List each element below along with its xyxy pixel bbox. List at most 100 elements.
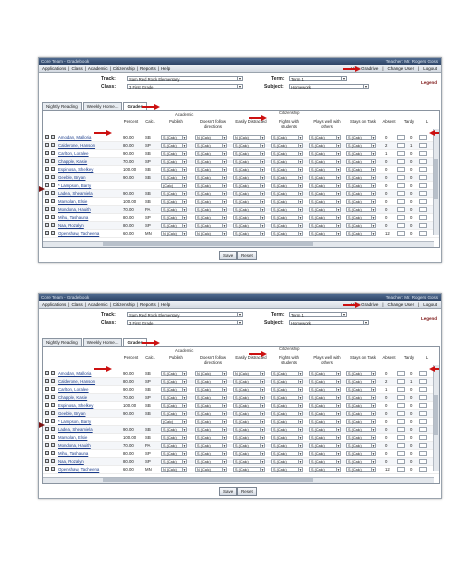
comment-icon[interactable] [51,143,55,147]
mark-select[interactable]: S (Calc) ▼ [233,411,265,416]
mark-select[interactable]: S (Calc) ▼ [346,443,376,448]
student-name[interactable]: Marsolan, Elsie [58,435,87,440]
student-info-icon[interactable] [45,427,49,431]
absent-input[interactable] [397,183,405,188]
mark-select[interactable]: S (Calc) ▼ [233,159,265,164]
student-info-icon[interactable] [45,231,49,235]
mark-select[interactable]: S (Calc) ▼ [195,223,227,228]
comment-icon[interactable] [51,191,55,195]
mark-select[interactable]: S (Calc) ▼ [233,215,265,220]
student-name[interactable]: Geeble, Bryan [58,175,85,180]
subject-select[interactable]: Homework ▼ [289,320,369,326]
student-name[interactable]: Calderone, Hanson [58,143,95,148]
menu-academic[interactable]: Academic [87,66,109,71]
save-button[interactable]: Save [219,487,238,496]
absent-input[interactable] [397,175,405,180]
mark-select[interactable]: S (Calc) ▼ [195,435,227,440]
mark-select[interactable]: S (Calc) ▼ [233,467,265,472]
mark-select[interactable]: S (Calc) ▼ [195,443,227,448]
comment-icon[interactable] [51,427,55,431]
mark-select[interactable]: S (Calc) ▼ [346,231,376,236]
mark-select[interactable]: S (Calc) ▼ [195,183,227,188]
mark-select[interactable]: S (Calc) ▼ [309,143,341,148]
mark-select[interactable]: S (Calc) ▼ [161,435,187,440]
term-select[interactable]: Term 1 ▼ [289,312,347,318]
menu-applications[interactable]: Applications [41,302,67,307]
mark-select[interactable]: S (Calc) ▼ [346,135,376,140]
tardy-input[interactable] [419,207,427,212]
vertical-scrollbar[interactable] [433,365,439,471]
scroll-thumb[interactable] [103,478,313,482]
comment-icon[interactable] [51,443,55,447]
menu-class[interactable]: Class [70,66,83,71]
student-info-icon[interactable] [45,443,49,447]
mark-select[interactable]: N (Calc) ▼ [233,371,265,376]
tardy-input[interactable] [419,379,427,384]
mark-select[interactable]: S (Calc) ▼ [195,167,227,172]
student-name[interactable]: Mondona, Hauith [58,207,91,212]
mark-select[interactable]: S (Calc) ▼ [309,459,341,464]
tardy-input[interactable] [419,143,427,148]
mark-select[interactable]: S (Calc) ▼ [161,159,187,164]
student-name[interactable]: Ladea, Sheamiela [58,427,93,432]
comment-icon[interactable] [51,387,55,391]
mark-select[interactable]: S (Calc) ▼ [346,167,376,172]
student-name[interactable]: * Lampson, Barry [58,419,91,424]
mark-select[interactable]: S (Calc) ▼ [309,223,341,228]
mark-select[interactable]: S (Calc) ▼ [309,151,341,156]
mark-select[interactable]: S (Calc) ▼ [195,419,227,424]
student-info-icon[interactable] [45,167,49,171]
mark-select[interactable]: S (Calc) ▼ [309,403,341,408]
student-info-icon[interactable] [45,371,49,375]
student-name[interactable]: Calderone, Hanson [58,379,95,384]
student-info-icon[interactable] [45,199,49,203]
absent-input[interactable] [397,387,405,392]
mark-select[interactable]: S (Calc) ▼ [233,191,265,196]
mark-select[interactable]: S (Calc) ▼ [233,183,265,188]
absent-input[interactable] [397,135,405,140]
student-name[interactable]: Carlton, Loralee [58,151,89,156]
reset-button[interactable]: Reset [237,487,257,496]
mark-select[interactable]: S (Calc) ▼ [161,411,187,416]
tardy-input[interactable] [419,435,427,440]
mark-select[interactable]: S (Calc) ▼ [161,223,187,228]
tardy-input[interactable] [419,427,427,432]
mark-select[interactable]: S (Calc) ▼ [309,467,341,472]
student-info-icon[interactable] [45,403,49,407]
absent-input[interactable] [397,443,405,448]
tab-weekly-homework[interactable]: Weekly Home... [82,102,123,110]
tardy-input[interactable] [419,215,427,220]
mark-select[interactable]: S (Calc) ▼ [271,459,303,464]
mark-select[interactable]: S (Calc) ▼ [346,379,376,384]
mark-select[interactable]: S (Calc) ▼ [309,371,341,376]
tardy-input[interactable] [419,451,427,456]
mark-select[interactable]: N (Calc) ▼ [161,467,187,472]
mark-select[interactable]: N (Calc) ▼ [195,135,227,140]
comment-icon[interactable] [51,151,55,155]
student-name[interactable]: Mondona, Hauith [58,443,91,448]
legend-link[interactable]: Legend [421,80,437,85]
student-name[interactable]: Mihu, Tashauna [58,451,88,456]
absent-input[interactable] [397,419,405,424]
student-info-icon[interactable] [45,387,49,391]
mark-select[interactable]: S (Calc) ▼ [195,379,227,384]
tardy-input[interactable] [419,387,427,392]
mark-select[interactable]: S (Calc) ▼ [233,143,265,148]
mark-select[interactable]: S (Calc) ▼ [233,199,265,204]
mark-select[interactable]: S (Calc) ▼ [271,451,303,456]
absent-input[interactable] [397,395,405,400]
mark-select[interactable]: S (Calc) ▼ [271,151,303,156]
mark-select[interactable]: S (Calc) ▼ [161,403,187,408]
mark-select[interactable]: S (Calc) ▼ [195,151,227,156]
student-name[interactable]: Espinosa, Shelkey [58,167,93,172]
absent-input[interactable] [397,167,405,172]
student-info-icon[interactable] [45,215,49,219]
student-name[interactable]: Mihu, Tashauna [58,215,88,220]
mark-select[interactable]: S (Calc) ▼ [271,427,303,432]
mark-select[interactable]: S (Calc) ▼ [346,175,376,180]
mark-select[interactable]: S (Calc) ▼ [271,223,303,228]
student-name[interactable]: Espinosa, Shelkey [58,403,93,408]
student-name[interactable]: Chapple, Kasie [58,395,87,400]
mark-select[interactable]: S (Calc) ▼ [195,175,227,180]
mark-select[interactable]: S (Calc) ▼ [161,379,187,384]
